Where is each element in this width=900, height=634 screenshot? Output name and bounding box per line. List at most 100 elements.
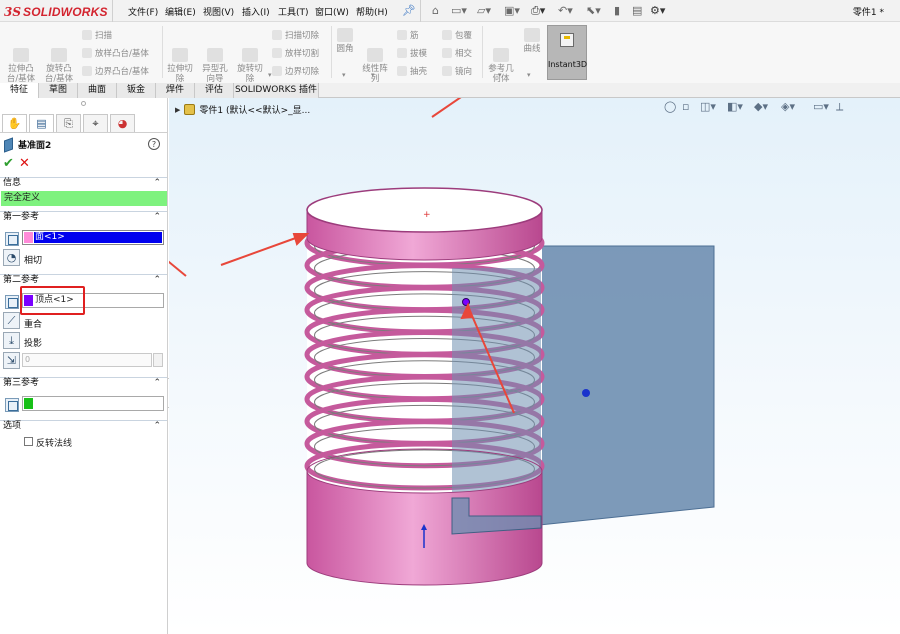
menu-file[interactable]: 文件(F) <box>128 5 158 18</box>
plane-origin-marker[interactable] <box>582 389 590 397</box>
shell-button[interactable]: 抽壳 <box>397 65 427 77</box>
curves-dropdown-icon[interactable]: ▾ <box>527 70 531 80</box>
lofted-cut-button[interactable]: 放样切割 <box>272 47 319 59</box>
first-reference-value[interactable]: 面<1> <box>35 231 65 244</box>
info-section-header[interactable]: 信息 ⌃ <box>0 177 167 189</box>
tangent-constraint-button[interactable]: ◔ <box>3 249 20 266</box>
help-icon[interactable]: ? <box>148 138 160 150</box>
distance-constraint-button[interactable]: ⇲ <box>3 352 20 369</box>
menu-insert[interactable]: 插入(I) <box>242 5 270 18</box>
menu-tools[interactable]: 工具(T) <box>278 5 309 18</box>
boundary-boss-button[interactable]: 边界凸台/基体 <box>82 65 149 77</box>
menu-divider <box>420 0 421 22</box>
wrap-label: 包覆 <box>455 31 473 41</box>
fillet-icon <box>337 28 353 42</box>
undo-icon[interactable]: ↶▾ <box>558 4 573 18</box>
cancel-button[interactable]: ✕ <box>19 156 30 171</box>
coincident-label: 重合 <box>24 320 43 330</box>
tab-evaluate[interactable]: 评估 <box>195 83 234 98</box>
display-manager-tab[interactable]: ◕ <box>110 114 135 132</box>
cut-dropdown-icon[interactable]: ▾ <box>268 70 272 80</box>
coincident-icon: ⟋ <box>7 314 16 327</box>
graphics-area[interactable]: ▶ 零件1 (默认<<默认>_显... ◯ ▫ ◫▾ ◧▾ ◆▾ ◈▾ ▭▾ ⟂… <box>169 98 900 634</box>
home-icon[interactable]: ⌂ <box>432 4 439 18</box>
new-document-icon[interactable]: ▭▾ <box>451 4 467 18</box>
tab-features[interactable]: 特征 <box>0 83 39 98</box>
pattern-dropdown-icon[interactable]: ▾ <box>371 70 375 80</box>
revolve-boss-label: 旋转凸 台/基体 <box>44 64 74 84</box>
intersect-icon <box>442 48 452 58</box>
options-section-header[interactable]: 选项 ⌃ <box>0 420 167 432</box>
arrow-to-ref-geometry <box>431 98 462 118</box>
tab-solidworks-addins[interactable]: SOLIDWORKS 插件 <box>234 83 319 98</box>
reference-geometry-dropdown-icon[interactable]: ▾ <box>498 70 502 80</box>
instant3d-icon <box>560 33 574 47</box>
revolve-boss-icon <box>51 48 67 62</box>
offset-distance-input[interactable]: 0 <box>22 353 152 367</box>
wrap-icon <box>442 30 452 40</box>
first-reference-section-header[interactable]: 第一参考 ⌃ <box>0 211 167 223</box>
instant3d-label: Instant3D <box>548 60 588 69</box>
tab-surfaces[interactable]: 曲面 <box>78 83 117 98</box>
instant3d-button[interactable]: Instant3D <box>547 25 587 80</box>
project-constraint-button[interactable]: ⤓ <box>3 332 20 349</box>
loft-button[interactable]: 放样凸台/基体 <box>82 47 149 59</box>
ok-button[interactable]: ✔ <box>3 156 14 171</box>
rib-label: 筋 <box>410 31 419 41</box>
file-properties-icon[interactable]: ▤ <box>632 4 642 18</box>
lofted-cut-label: 放样切割 <box>285 49 320 59</box>
title-bar: 3S SOLIDWORKS 文件(F) 编辑(E) 视图(V) 插入(I) 工具… <box>0 0 900 22</box>
fillet-dropdown-icon[interactable]: ▾ <box>342 70 346 80</box>
tab-sketch[interactable]: 草图 <box>39 83 78 98</box>
select-icon[interactable]: ⬉▾ <box>586 4 601 18</box>
print-icon[interactable]: ⎙▾ <box>531 4 545 18</box>
draft-button[interactable]: 拔模 <box>397 47 427 59</box>
shell-icon <box>397 66 407 76</box>
panel-grip[interactable] <box>81 101 86 106</box>
boundary-boss-icon <box>82 66 92 76</box>
ribbon-separator <box>482 26 483 78</box>
third-reference-section-header[interactable]: 第三参考 ⌃ <box>0 377 167 389</box>
intersect-button[interactable]: 相交 <box>442 47 472 59</box>
chevron-up-icon: ⌃ <box>153 275 161 285</box>
rebuild-icon[interactable]: ▮ <box>614 4 620 18</box>
solidworks-logo[interactable]: 3S SOLIDWORKS <box>4 3 108 20</box>
tab-weldments[interactable]: 焊件 <box>156 83 195 98</box>
menu-view[interactable]: 视图(V) <box>203 5 234 18</box>
menu-window[interactable]: 窗口(W) <box>315 5 349 18</box>
gear-icon[interactable]: ⚙▾ <box>650 4 665 18</box>
mirror-button[interactable]: 镜向 <box>442 65 472 77</box>
save-icon[interactable]: ▣▾ <box>504 4 520 18</box>
arrow-to-face <box>220 234 305 266</box>
extrude-cut-icon <box>172 48 188 62</box>
feature-manager-tab[interactable]: ✋ <box>2 114 27 132</box>
draft-label: 拔模 <box>410 49 428 59</box>
menu-edit[interactable]: 编辑(E) <box>165 5 196 18</box>
tab-sheet-metal[interactable]: 钣金 <box>117 83 156 98</box>
wrap-button[interactable]: 包覆 <box>442 29 472 41</box>
rib-button[interactable]: 筋 <box>397 29 419 41</box>
open-folder-icon[interactable]: ▱▾ <box>477 4 491 18</box>
coincident-constraint-button[interactable]: ⟋ <box>3 312 20 329</box>
sweep-button[interactable]: 扫描 <box>82 29 112 41</box>
third-reference-selection-box[interactable] <box>22 396 164 411</box>
document-title: 零件1 * <box>852 8 884 18</box>
fillet-button[interactable]: 圆角 <box>333 28 357 54</box>
curves-button[interactable]: 曲线 <box>520 28 544 54</box>
menu-help[interactable]: 帮助(H) <box>356 5 388 18</box>
rib-icon <box>397 30 407 40</box>
configuration-manager-tab[interactable]: ⎘ <box>56 114 81 132</box>
second-reference-section-header[interactable]: 第二参考 ⌃ <box>0 274 167 286</box>
loft-label: 放样凸台/基体 <box>95 49 149 59</box>
swept-cut-button[interactable]: 扫描切除 <box>272 29 319 41</box>
flip-normal-checkbox[interactable] <box>24 437 33 446</box>
hole-wizard-label: 异型孔 向导 <box>202 64 228 84</box>
property-manager-tab[interactable]: ▤ <box>29 114 54 132</box>
plane-icon <box>4 136 13 153</box>
first-reference-selection-box[interactable]: 面<1> <box>22 230 164 245</box>
manager-tabs: ✋ ▤ ⎘ ⌖ ◕ <box>0 113 168 133</box>
spin-stepper[interactable] <box>153 353 163 367</box>
pin-icon[interactable]: 📌︎ <box>402 4 416 18</box>
dimxpert-tab[interactable]: ⌖ <box>83 114 108 132</box>
boundary-cut-button[interactable]: 边界切除 <box>272 65 319 77</box>
